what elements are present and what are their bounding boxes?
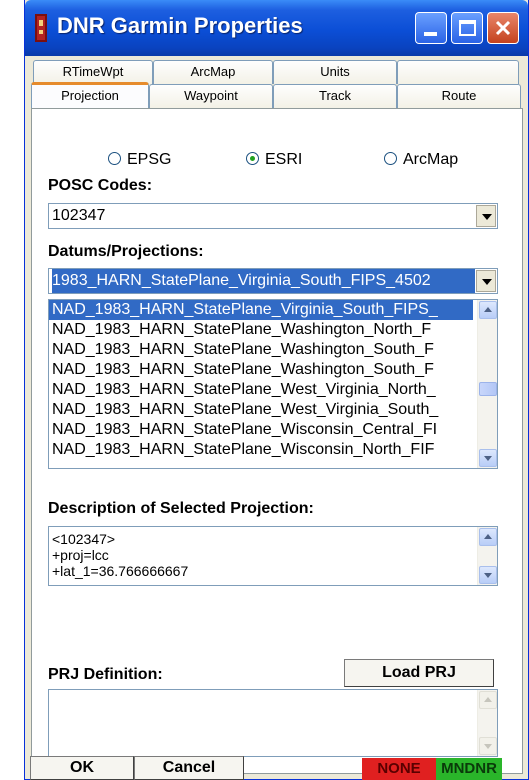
radio-label: ESRI [265,151,303,168]
window-title: DNR Garmin Properties [57,13,303,38]
radio-indicator [246,152,259,165]
prj-definition-label: PRJ Definition: [48,666,163,683]
description-textbox[interactable]: <102347> +proj=lcc +lat_1=36.766666667 [48,526,498,586]
list-item[interactable]: NAD_1983_HARN_StatePlane_Virginia_South_… [49,300,473,320]
scroll-up-icon[interactable] [479,691,497,709]
title-bar[interactable]: DNR Garmin Properties [25,0,528,56]
list-item[interactable]: NAD_1983_HARN_StatePlane_Wisconsin_North… [49,440,473,460]
list-item[interactable]: NAD_1983_HARN_StatePlane_Washington_Sout… [49,340,473,360]
description-line: <102347> [52,531,116,547]
tab-blank[interactable] [397,60,519,84]
description-line: +proj=lcc [52,547,109,563]
maximize-button[interactable] [451,12,483,44]
tab-row-back: RTimeWpt ArcMap Units [31,60,523,84]
tab-track[interactable]: Track [273,84,397,108]
description-line: +lat_1=36.766666667 [52,563,189,579]
scroll-down-icon[interactable] [479,737,497,755]
list-item[interactable]: NAD_1983_HARN_StatePlane_Washington_Sout… [49,360,473,380]
description-label: Description of Selected Projection: [48,500,314,517]
tab-label: Units [320,64,350,79]
description-scrollbar[interactable] [477,527,497,585]
datums-projections-value: 1983_HARN_StatePlane_Virginia_South_FIPS… [52,269,475,293]
scroll-thumb[interactable] [479,382,497,396]
tab-waypoint[interactable]: Waypoint [149,84,273,108]
list-item[interactable]: NAD_1983_HARN_StatePlane_West_Virginia_N… [49,380,473,400]
radio-indicator [108,152,121,165]
chevron-down-icon[interactable] [476,270,496,292]
list-item[interactable]: NAD_1983_HARN_StatePlane_West_Virginia_S… [49,400,473,420]
minimize-button[interactable] [415,12,447,44]
tab-label: Track [318,88,352,103]
scroll-up-icon[interactable] [479,301,497,319]
tab-rtimewpt[interactable]: RTimeWpt [33,60,153,84]
minimize-icon [424,32,437,36]
scroll-down-icon[interactable] [479,566,497,584]
scroll-down-icon[interactable] [479,449,497,467]
posc-codes-combo[interactable]: 102347 [48,203,498,229]
tab-route[interactable]: Route [397,84,521,108]
tab-label: Route [441,88,477,103]
close-button[interactable] [487,12,519,44]
prj-definition-value [49,690,497,706]
status-badge-none: NONE [362,758,436,780]
tab-arcmap[interactable]: ArcMap [153,60,273,84]
radio-label: ArcMap [403,151,459,168]
radio-esri[interactable]: ESRI [246,151,302,169]
tab-units[interactable]: Units [273,60,397,84]
list-item[interactable]: NAD_1983_HARN_StatePlane_Wisconsin_Centr… [49,420,473,440]
tab-projection[interactable]: Projection [31,82,149,108]
tab-row-front: Projection Waypoint Track Route [31,82,523,108]
garmin-device-icon [35,14,47,42]
ok-button[interactable]: OK [30,756,134,780]
radio-epsg[interactable]: EPSG [108,151,171,169]
close-icon [495,20,511,36]
datums-projections-list[interactable]: NAD_1983_HARN_StatePlane_Virginia_South_… [48,299,498,469]
posc-codes-label: POSC Codes: [48,177,153,194]
datums-projections-combo[interactable]: 1983_HARN_StatePlane_Virginia_South_FIPS… [48,268,498,294]
radio-arcmap[interactable]: ArcMap [384,151,458,169]
chevron-down-icon[interactable] [476,205,496,227]
radio-label: EPSG [127,151,172,168]
radio-indicator [384,152,397,165]
tab-label: Waypoint [184,88,238,103]
load-prj-button[interactable]: Load PRJ [344,659,494,687]
list-scrollbar[interactable] [477,300,497,468]
cancel-button[interactable]: Cancel [134,756,244,780]
scroll-up-icon[interactable] [479,528,497,546]
list-item[interactable]: NAD_1983_HARN_StatePlane_Washington_Nort… [49,320,473,340]
tab-label: Projection [61,88,119,103]
tab-label: ArcMap [190,64,236,79]
status-badge-mndnr: MNDNR [436,758,502,780]
tab-label: RTimeWpt [62,64,124,79]
posc-codes-value: 102347 [52,207,106,224]
prj-scrollbar[interactable] [477,690,497,756]
prj-definition-textbox[interactable] [48,689,498,757]
maximize-icon [459,20,476,36]
datums-projections-label: Datums/Projections: [48,243,204,260]
